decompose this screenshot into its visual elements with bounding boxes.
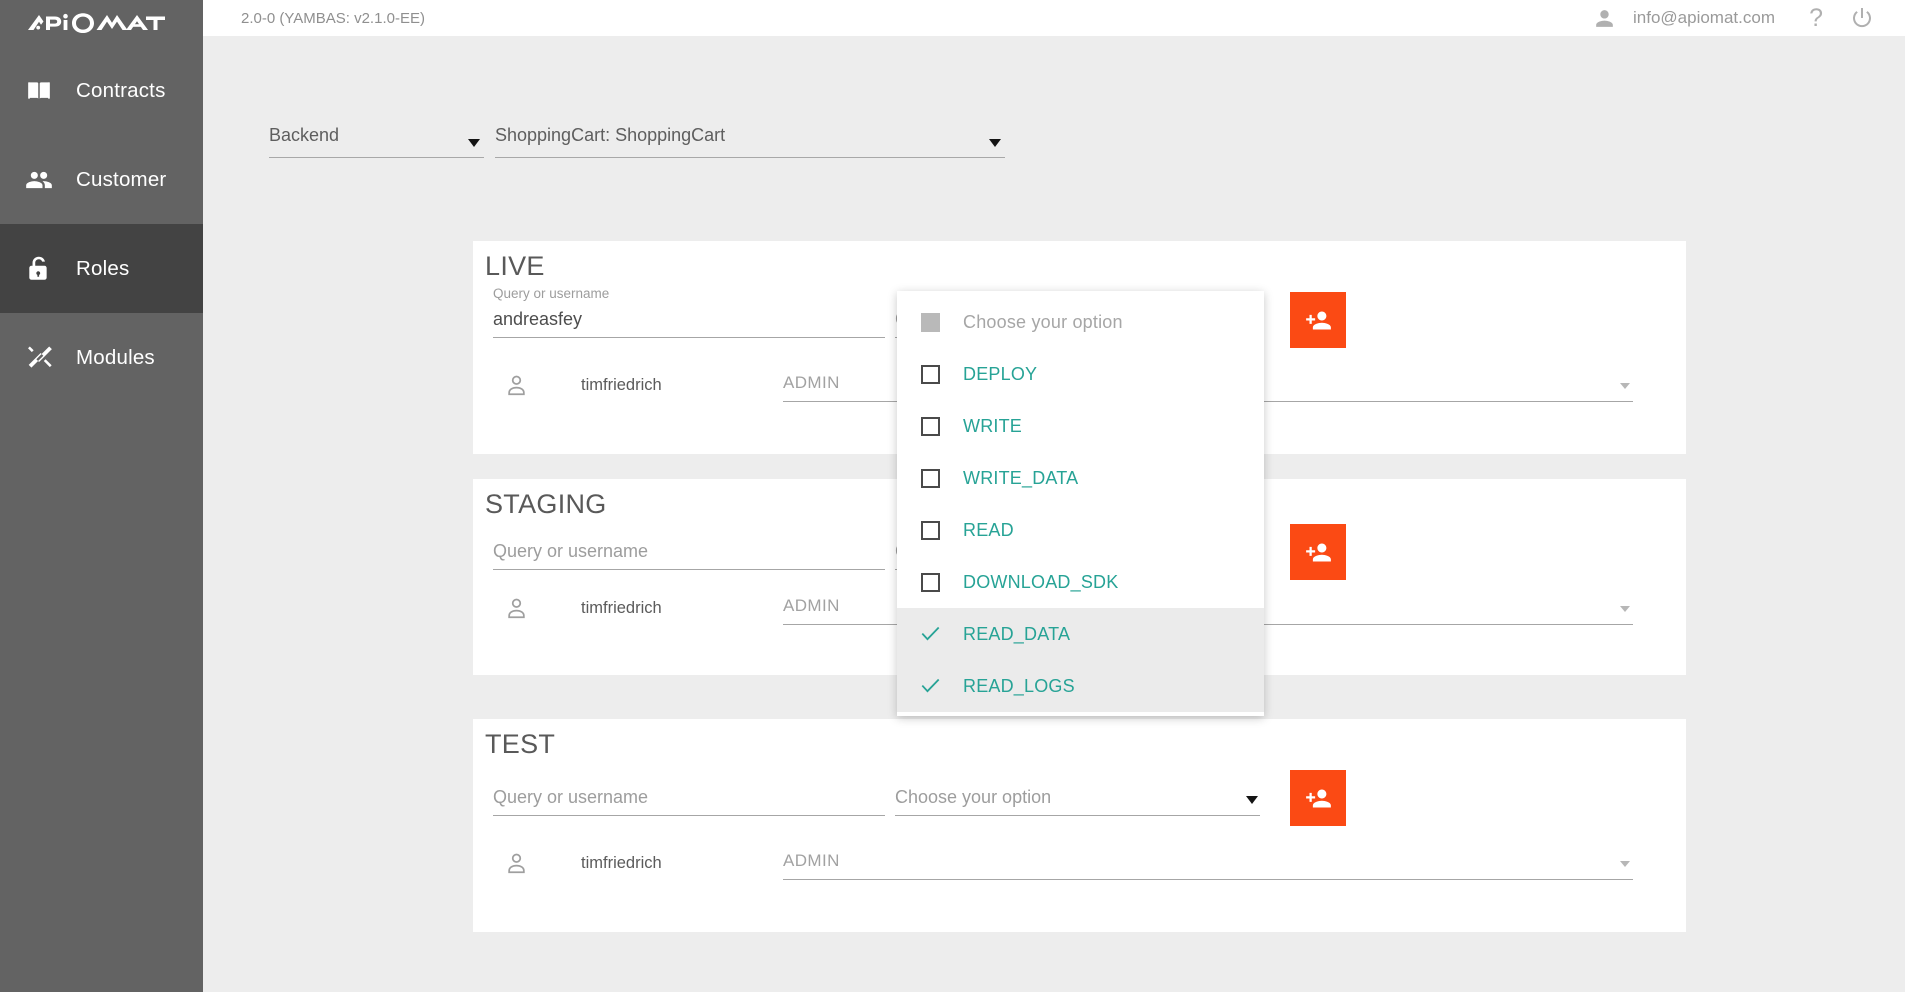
dropdown-option-deploy[interactable]: DEPLOY [897, 348, 1264, 400]
query-placeholder: Query or username [493, 787, 649, 807]
checkbox-unchecked-icon[interactable] [921, 364, 940, 384]
person-icon [493, 374, 539, 397]
card-title: STAGING [485, 489, 607, 519]
user-row: timfriedrich ADMIN [493, 847, 1633, 880]
caret-down-icon [1246, 796, 1258, 804]
dropdown-option-label: DEPLOY [963, 363, 1038, 384]
people-icon [12, 166, 66, 194]
dropdown-option-label: WRITE [963, 415, 1022, 436]
environment-card-test: TEST Query or username Choose your optio… [473, 719, 1686, 932]
user-name: timfriedrich [581, 599, 662, 617]
query-caption: Query or username [493, 286, 610, 301]
person-icon[interactable] [1581, 0, 1627, 36]
role-value: ADMIN [783, 596, 840, 615]
question-mark-icon[interactable]: ? [1793, 0, 1839, 36]
add-user-button-live[interactable] [1290, 292, 1346, 348]
user-name: timfriedrich [581, 854, 662, 872]
checkbox-unchecked-icon[interactable] [921, 572, 940, 592]
power-icon[interactable] [1839, 0, 1885, 36]
sidebar-item-label: Customer [76, 167, 167, 191]
caret-down-icon [989, 139, 1001, 147]
sidebar-item-label: Roles [76, 256, 130, 280]
lock-icon [12, 255, 66, 283]
caret-down-icon [1620, 606, 1630, 612]
role-select-test[interactable]: ADMIN [783, 847, 1633, 880]
selector-row: Backend ShoppingCart: ShoppingCart [269, 125, 1005, 158]
dropdown-option-label: WRITE_DATA [963, 467, 1079, 488]
book-icon [12, 78, 66, 104]
caret-down-icon [468, 139, 480, 147]
dropdown-option-label: READ [963, 519, 1014, 540]
checkbox-unchecked-icon[interactable] [921, 520, 940, 540]
checkmark-icon[interactable] [921, 677, 940, 695]
dropdown-option-download-sdk[interactable]: DOWNLOAD_SDK [897, 556, 1264, 608]
checkmark-icon[interactable] [921, 625, 940, 643]
caret-down-icon [1620, 861, 1630, 867]
add-person-icon [1305, 311, 1331, 329]
tools-icon [12, 344, 66, 371]
main-content: Backend ShoppingCart: ShoppingCart LIVE … [203, 36, 1905, 992]
person-icon [493, 852, 539, 875]
add-user-button-staging[interactable] [1290, 524, 1346, 580]
card-title: LIVE [485, 251, 545, 281]
query-input-test[interactable]: Query or username [493, 780, 885, 816]
sidebar-item-label: Modules [76, 345, 155, 369]
dropdown-option-write-data[interactable]: WRITE_DATA [897, 452, 1264, 504]
permissions-dropdown-menu[interactable]: Choose your option DEPLOY WRITE WRITE_DA… [897, 291, 1264, 716]
query-value: andreasfey [493, 309, 583, 329]
person-icon [493, 597, 539, 620]
dropdown-option-label: READ_LOGS [963, 675, 1075, 696]
apiomat-logo-icon [27, 13, 165, 33]
sidebar-item-customer[interactable]: Customer [0, 135, 203, 224]
option-placeholder: Choose your option [895, 787, 1052, 807]
backend-select-value: Backend [269, 125, 340, 145]
top-bar: 2.0-0 (YAMBAS: v2.1.0-EE) info@apiomat.c… [203, 0, 1905, 36]
sidebar-item-label: Contracts [76, 78, 166, 102]
role-value: ADMIN [783, 373, 840, 392]
dropdown-header-label: Choose your option [963, 311, 1123, 332]
sidebar-item-roles[interactable]: Roles [0, 224, 203, 313]
role-value: ADMIN [783, 851, 840, 870]
checkbox-unchecked-icon[interactable] [921, 416, 940, 436]
dropdown-option-write[interactable]: WRITE [897, 400, 1264, 452]
add-person-icon [1305, 543, 1331, 561]
user-email-label: info@apiomat.com [1633, 8, 1775, 27]
module-select[interactable]: ShoppingCart: ShoppingCart [495, 125, 1005, 158]
dropdown-header-item[interactable]: Choose your option [897, 296, 1264, 348]
checkbox-unchecked-icon[interactable] [921, 468, 940, 488]
app-logo[interactable] [0, 0, 203, 46]
sidebar-item-contracts[interactable]: Contracts [0, 46, 203, 135]
card-title: TEST [485, 729, 556, 759]
dropdown-option-label: DOWNLOAD_SDK [963, 571, 1119, 592]
dropdown-option-read-logs[interactable]: READ_LOGS [897, 660, 1264, 712]
dropdown-option-read[interactable]: READ [897, 504, 1264, 556]
dropdown-option-read-data[interactable]: READ_DATA [897, 608, 1264, 660]
sidebar-item-modules[interactable]: Modules [0, 313, 203, 402]
checkbox-indeterminate-icon[interactable] [921, 312, 940, 332]
version-label: 2.0-0 (YAMBAS: v2.1.0-EE) [241, 9, 425, 27]
backend-select[interactable]: Backend [269, 125, 484, 158]
topbar-actions: info@apiomat.com ? [1581, 0, 1905, 36]
add-person-icon [1305, 789, 1331, 807]
sidebar: Contracts Customer Roles Modules [0, 0, 203, 992]
query-input-staging[interactable]: Query or username [493, 534, 885, 570]
user-name: timfriedrich [581, 376, 662, 394]
add-user-button-test[interactable] [1290, 770, 1346, 826]
add-user-row: Query or username Choose your option [493, 770, 1346, 826]
option-select-test[interactable]: Choose your option [895, 780, 1260, 816]
module-select-value: ShoppingCart: ShoppingCart [495, 125, 726, 145]
dropdown-option-label: READ_DATA [963, 623, 1071, 644]
caret-down-icon [1620, 383, 1630, 389]
query-input-live[interactable]: Query or username andreasfey [493, 286, 885, 338]
query-placeholder: Query or username [493, 541, 649, 561]
svg-text:?: ? [1809, 5, 1823, 31]
